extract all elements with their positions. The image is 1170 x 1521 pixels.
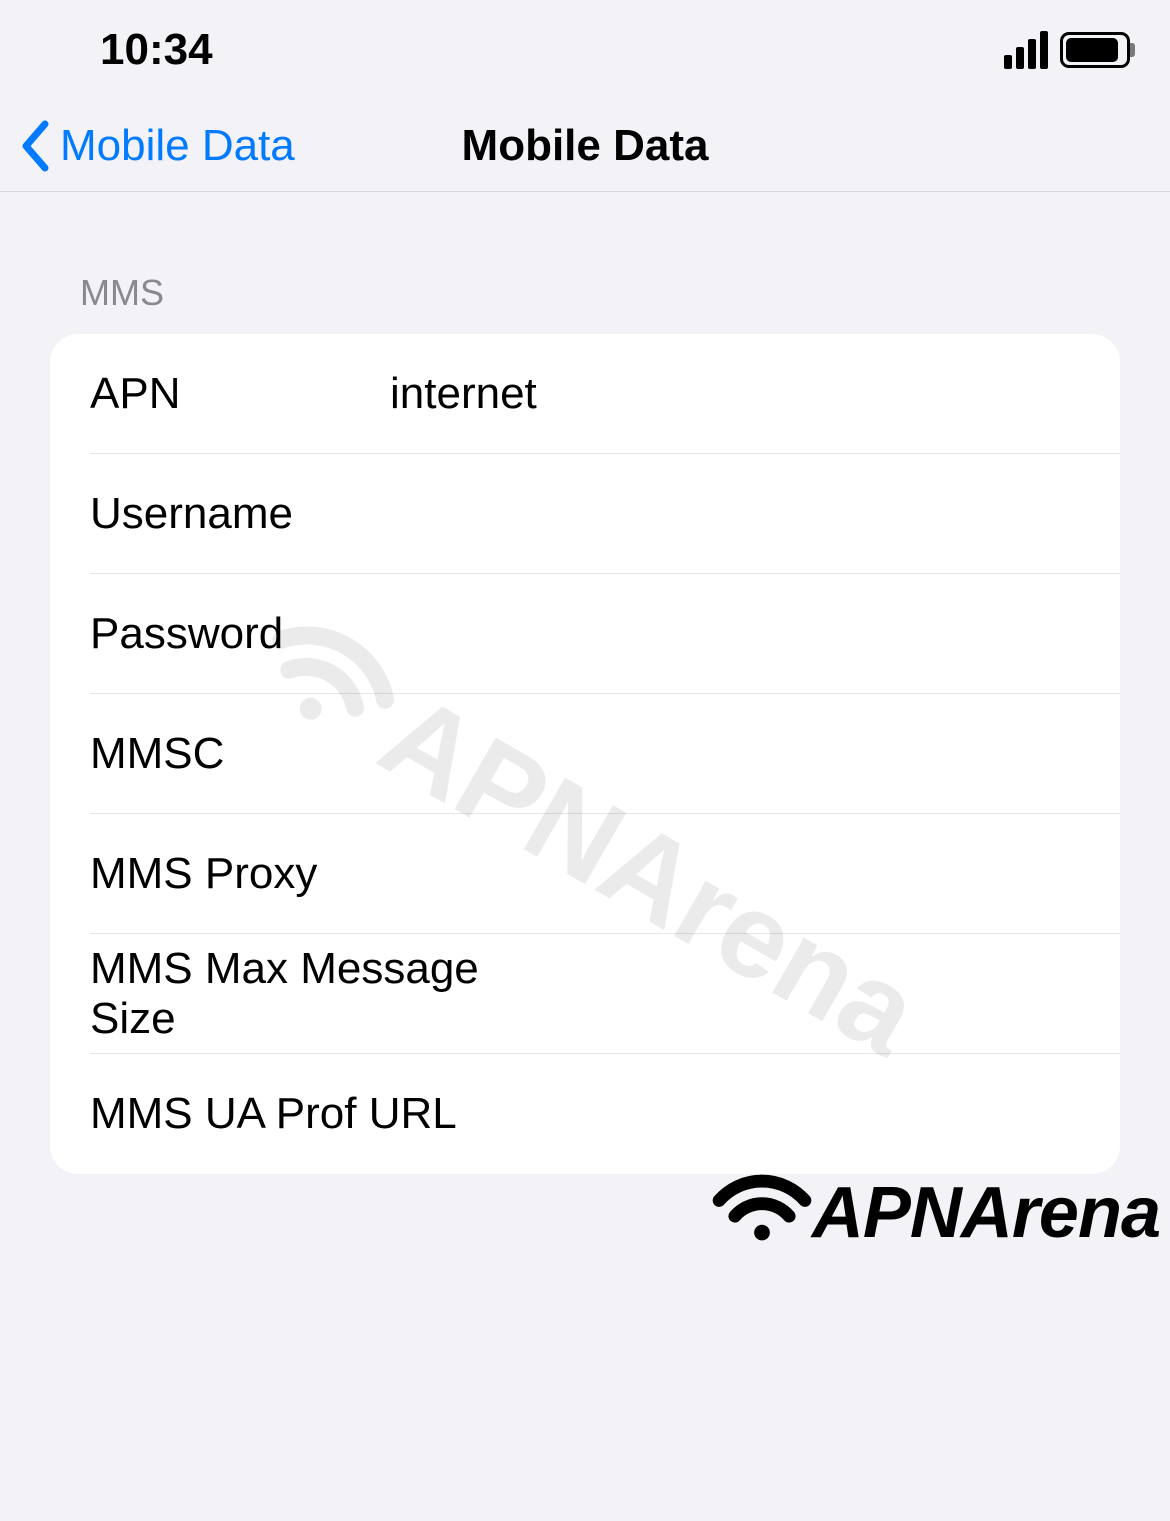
- page-title: Mobile Data: [462, 121, 709, 171]
- branding-text: APNArena: [812, 1172, 1160, 1254]
- back-label: Mobile Data: [60, 121, 295, 171]
- status-indicators: [1004, 31, 1130, 69]
- battery-icon: [1060, 32, 1130, 68]
- content-area: MMS APN Username Password MMSC MMS Proxy…: [0, 192, 1170, 1174]
- apn-input[interactable]: [390, 369, 1120, 419]
- password-label: Password: [90, 609, 390, 659]
- mms-proxy-row[interactable]: MMS Proxy: [50, 814, 1120, 934]
- mms-max-size-row[interactable]: MMS Max Message Size: [50, 934, 1120, 1054]
- username-label: Username: [90, 489, 390, 539]
- mms-proxy-input[interactable]: [390, 849, 1120, 899]
- cellular-signal-icon: [1004, 31, 1048, 69]
- mms-ua-prof-label: MMS UA Prof URL: [90, 1089, 505, 1139]
- back-button[interactable]: Mobile Data: [20, 120, 295, 172]
- section-header: MMS: [50, 242, 1120, 334]
- apn-label: APN: [90, 369, 390, 419]
- branding-logo: APNArena: [712, 1164, 1160, 1261]
- wifi-icon: [712, 1164, 812, 1261]
- mmsc-row[interactable]: MMSC: [50, 694, 1120, 814]
- mms-ua-prof-input[interactable]: [505, 1089, 1120, 1139]
- mms-max-size-input[interactable]: [505, 969, 1120, 1019]
- chevron-left-icon: [20, 120, 50, 172]
- username-row[interactable]: Username: [50, 454, 1120, 574]
- mmsc-input[interactable]: [390, 729, 1120, 779]
- mms-max-size-label: MMS Max Message Size: [90, 944, 505, 1044]
- mmsc-label: MMSC: [90, 729, 390, 779]
- password-row[interactable]: Password: [50, 574, 1120, 694]
- settings-group: APN Username Password MMSC MMS Proxy MMS…: [50, 334, 1120, 1174]
- mms-proxy-label: MMS Proxy: [90, 849, 390, 899]
- mms-ua-prof-row[interactable]: MMS UA Prof URL: [50, 1054, 1120, 1174]
- navigation-bar: Mobile Data Mobile Data: [0, 100, 1170, 192]
- status-bar: 10:34: [0, 0, 1170, 100]
- password-input[interactable]: [390, 609, 1120, 659]
- apn-row[interactable]: APN: [50, 334, 1120, 454]
- status-time: 10:34: [100, 25, 213, 75]
- username-input[interactable]: [390, 489, 1120, 539]
